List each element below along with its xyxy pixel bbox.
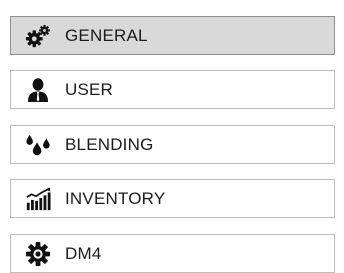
menu-item-label: INVENTORY — [65, 188, 166, 208]
menu-item-user[interactable]: USER — [10, 70, 335, 109]
user-icon — [25, 77, 51, 103]
menu-item-dm4[interactable]: DM4 — [10, 234, 335, 273]
gear-icon — [25, 241, 51, 267]
menu-item-label: DM4 — [65, 243, 102, 263]
bar-chart-icon — [25, 186, 51, 212]
drops-icon — [25, 132, 51, 158]
gears-icon — [25, 23, 51, 49]
menu-item-general[interactable]: GENERAL — [10, 16, 335, 55]
menu-item-label: USER — [65, 79, 114, 99]
side-menu: GENERAL USER BLENDING INVENTORY DM4 — [0, 0, 344, 273]
menu-item-inventory[interactable]: INVENTORY — [10, 179, 335, 218]
menu-item-label: BLENDING — [65, 134, 154, 154]
menu-item-label: GENERAL — [65, 25, 148, 45]
menu-item-blending[interactable]: BLENDING — [10, 125, 335, 164]
